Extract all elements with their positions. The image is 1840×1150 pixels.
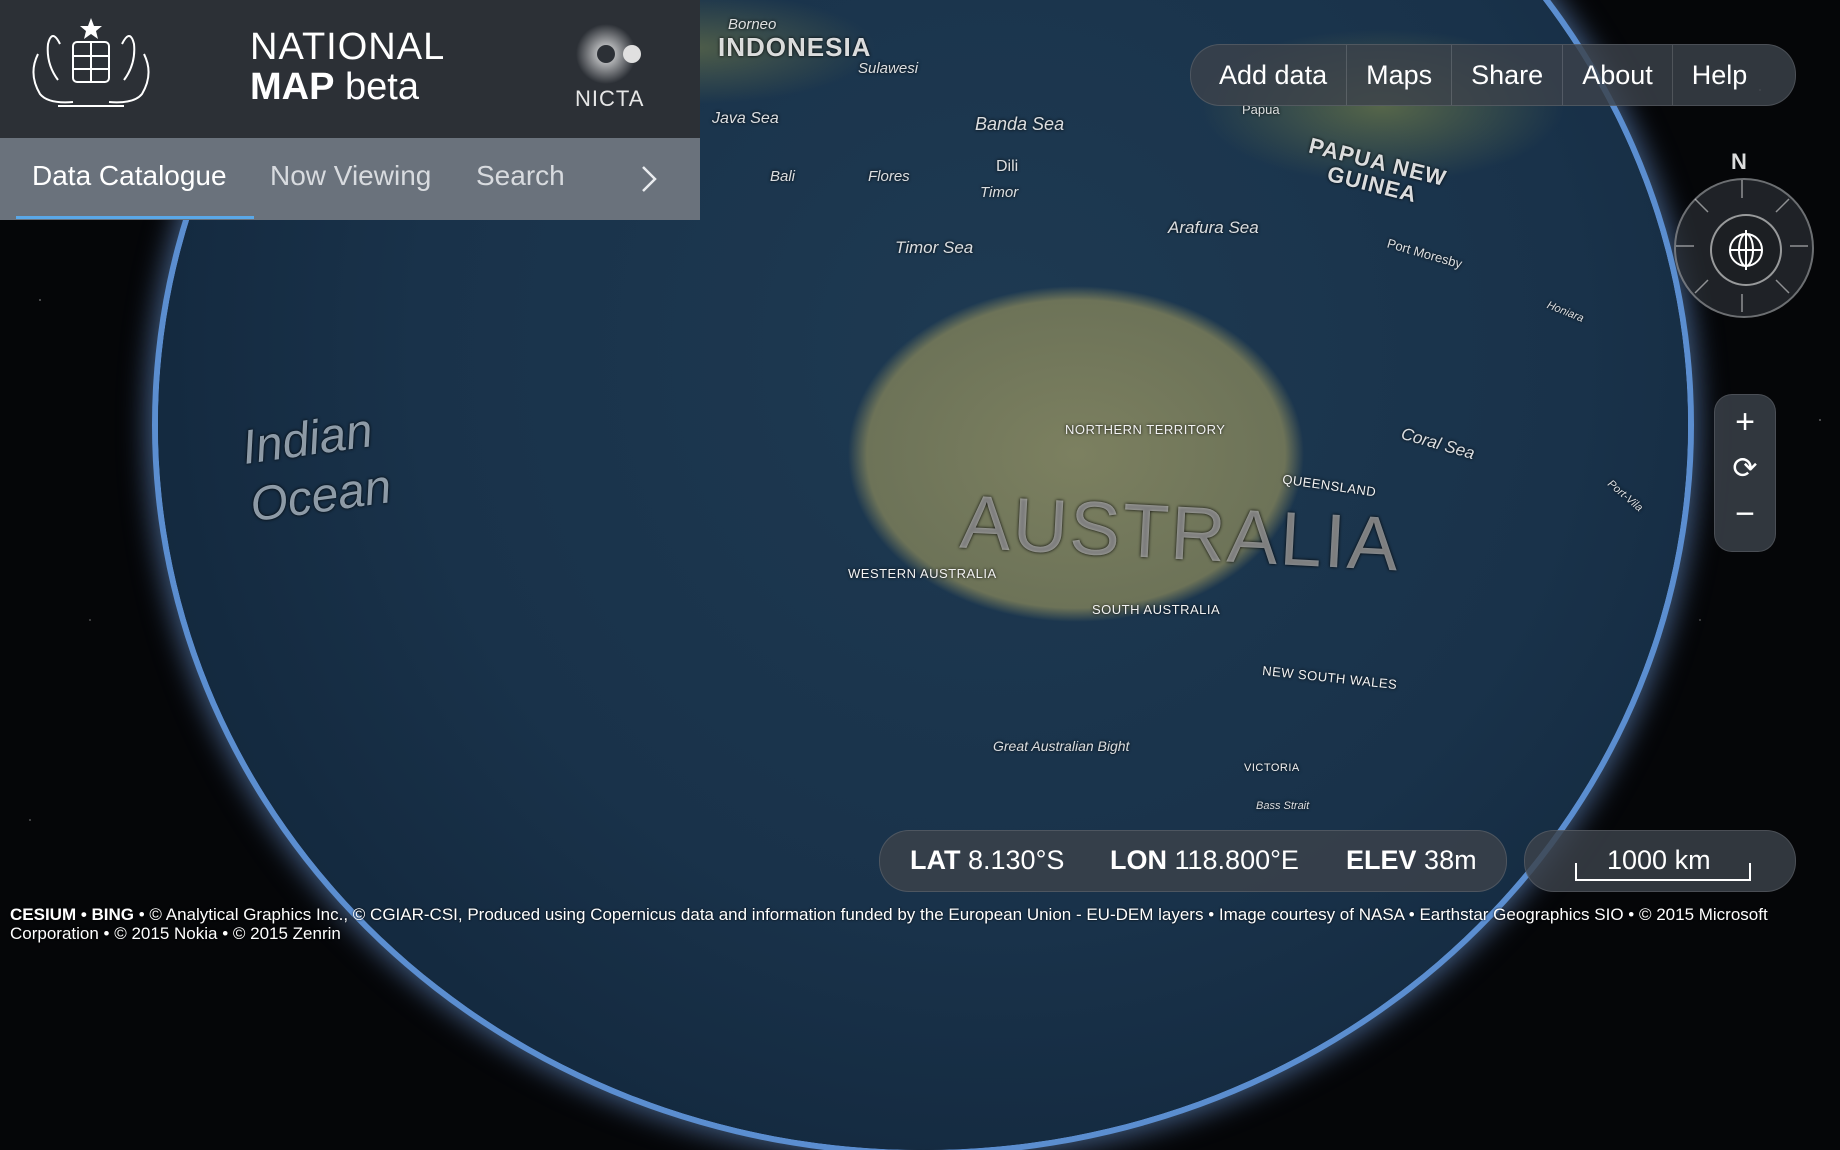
longitude-readout: LON 118.800°E — [1110, 845, 1299, 876]
lon-label: LON — [1110, 845, 1167, 875]
compass-center[interactable] — [1710, 214, 1782, 286]
map-label-timor-sea: Timor Sea — [895, 238, 974, 257]
zoom-out-button[interactable]: − — [1715, 495, 1775, 534]
map-label-dili: Dili — [996, 158, 1019, 175]
compass-north-label: N — [1731, 149, 1747, 174]
map-label-banda-sea: Banda Sea — [975, 114, 1065, 134]
zoom-controls: + ⟳ − — [1714, 394, 1776, 552]
app-brand: NATIONAL MAP beta — [250, 26, 446, 108]
credits-text: • © Analytical Graphics Inc., © CGIAR-CS… — [10, 905, 1768, 943]
app-header: NATIONAL MAP beta NICTA — [0, 0, 700, 138]
top-menu: Add data Maps Share About Help — [1190, 44, 1796, 106]
app-title-line2: MAP beta — [250, 65, 445, 108]
about-button[interactable]: About — [1562, 45, 1672, 105]
map-label-indonesia: INDONESIA — [718, 32, 872, 62]
map-label-arafura-sea: Arafura Sea — [1168, 218, 1259, 237]
latitude-readout: LAT 8.130°S — [910, 845, 1064, 876]
map-label-western-australia: Western Australia — [848, 566, 997, 581]
map-label-northern-territory: Northern Territory — [1065, 422, 1226, 437]
map-label-bali: Bali — [770, 168, 796, 185]
active-tab-indicator — [16, 216, 254, 219]
scale-bar — [1575, 863, 1751, 881]
map-label-borneo: Borneo — [728, 16, 777, 33]
tab-bar: Data Catalogue Now Viewing Search — [0, 138, 700, 220]
elev-label: ELEV — [1346, 845, 1417, 875]
lon-value: 118.800°E — [1174, 845, 1299, 875]
distance-scale: 1000 km — [1524, 830, 1796, 892]
elevation-readout: ELEV 38m — [1346, 845, 1477, 876]
location-readout: LAT 8.130°S LON 118.800°E ELEV 38m — [879, 830, 1507, 892]
nicta-label: NICTA — [575, 86, 645, 111]
map-label-java-sea: Java Sea — [712, 110, 779, 127]
map-label-timor: Timor — [980, 184, 1019, 201]
lat-value: 8.130°S — [968, 845, 1065, 875]
lat-label: LAT — [910, 845, 961, 875]
coat-of-arms-logo — [32, 18, 150, 107]
map-label-great-australian-bight: Great Australian Bight — [993, 738, 1130, 754]
tab-now-viewing[interactable]: Now Viewing — [270, 160, 431, 192]
tab-data-catalogue[interactable]: Data Catalogue — [32, 160, 227, 192]
map-credits: CESIUM • BING • © Analytical Graphics In… — [10, 905, 1835, 943]
map-label-indian-ocean: Indian Ocean — [239, 401, 395, 535]
zoom-in-button[interactable]: + — [1715, 403, 1775, 442]
app-title-bold: MAP — [250, 65, 335, 108]
add-data-button[interactable]: Add data — [1191, 45, 1346, 105]
app-title-line1: NATIONAL — [250, 26, 446, 68]
maps-button[interactable]: Maps — [1346, 45, 1451, 105]
app-title-suffix: beta — [345, 65, 419, 108]
compass-control[interactable] — [1674, 178, 1814, 318]
globe-orbit-icon — [1729, 230, 1763, 270]
tab-search[interactable]: Search — [476, 160, 565, 192]
map-label-sulawesi: Sulawesi — [858, 60, 919, 77]
reset-view-button[interactable]: ⟳ — [1715, 451, 1775, 486]
map-label-flores: Flores — [868, 168, 910, 185]
help-button[interactable]: Help — [1671, 45, 1767, 105]
map-label-south-australia: South Australia — [1092, 602, 1221, 617]
chevron-right-icon[interactable] — [638, 162, 660, 204]
map-label-victoria: Victoria — [1244, 762, 1300, 774]
share-button[interactable]: Share — [1451, 45, 1562, 105]
credits-prefix[interactable]: CESIUM • BING — [10, 905, 134, 924]
map-label-bass-strait: Bass Strait — [1256, 800, 1310, 812]
elev-value: 38m — [1424, 845, 1477, 875]
